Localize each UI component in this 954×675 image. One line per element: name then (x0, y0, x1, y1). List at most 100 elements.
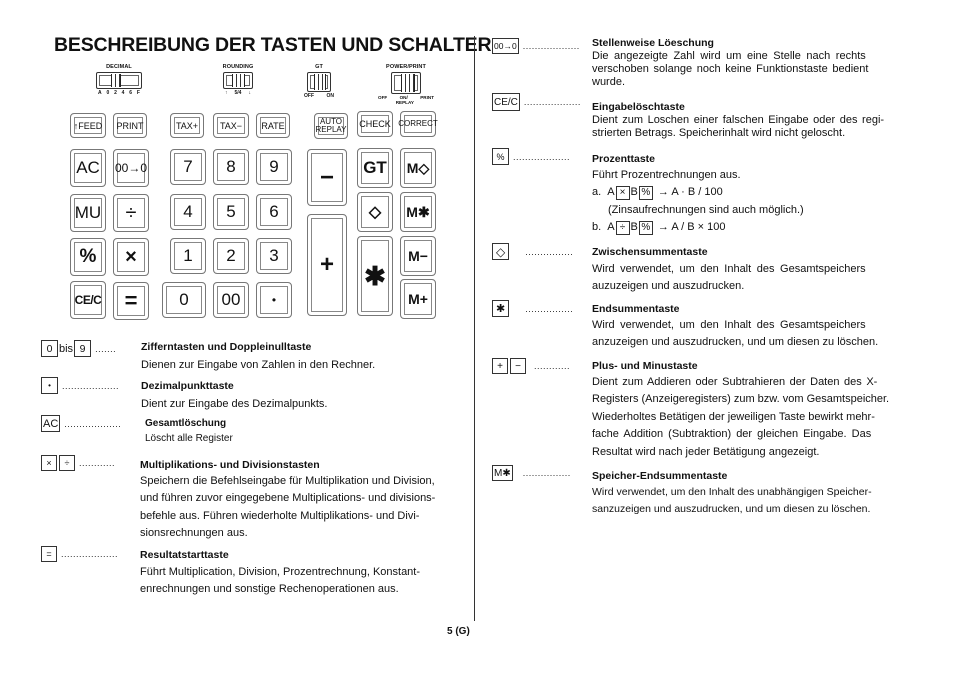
legend-body: Die angezeigte Zahl wird um eine Stelle … (592, 50, 868, 90)
m-star-key[interactable]: M✱ (400, 192, 436, 232)
gt-switch-label: GT (315, 64, 323, 70)
key-3[interactable]: 3 (256, 238, 292, 274)
power-print-switch-knob[interactable] (401, 74, 415, 92)
legend-keys: ✱ ................ (492, 300, 573, 317)
key-00[interactable]: 00 (213, 282, 249, 318)
mini-key: • (41, 377, 58, 394)
mini-key: % (638, 186, 653, 201)
mu-key[interactable]: MU (70, 194, 106, 232)
tax-plus-key[interactable]: TAX+ (170, 113, 204, 138)
m-plus-key[interactable]: M+ (400, 279, 436, 319)
legend-body: Wird verwendet, um den Inhalt des Gesamt… (592, 261, 866, 296)
print-key[interactable]: PRINT (113, 113, 147, 138)
gt-key[interactable]: GT (357, 148, 393, 188)
mini-key: = (41, 546, 57, 562)
key-4[interactable]: 4 (170, 194, 206, 230)
legend-body: Dient zur Eingabe des Dezimalpunkts. (141, 398, 328, 410)
rounding-switch-positions: ↑ 5/4 ↓ (219, 90, 257, 96)
mini-key: ÷ (615, 220, 630, 235)
legend-keys: + − ............ (492, 358, 570, 374)
legend-keys: 0 bis 9 ....... (41, 340, 116, 357)
rounding-switch[interactable]: ROUNDING ↑ 5/4 ↓ (219, 64, 257, 96)
power-print-switch-positions: OFF ON/ REPLAY PRINT (378, 95, 434, 105)
tax-minus-key[interactable]: TAX− (213, 113, 249, 138)
gt-switch-knob[interactable] (314, 74, 326, 90)
diamond-key[interactable]: ◇ (357, 192, 393, 232)
check-key[interactable]: CHECK (357, 111, 393, 137)
mini-key: × (615, 186, 630, 201)
legend-title: Multiplikations- und Divisionstasten (140, 459, 320, 471)
percent-key[interactable]: % (70, 238, 106, 276)
legend-keys: M✱ ................ (492, 465, 571, 481)
legend-title: Zwischensummentaste (592, 246, 708, 258)
legend-title: Plus- und Minustaste (592, 360, 698, 372)
rounding-switch-knob[interactable] (232, 74, 245, 87)
gt-switch-positions: OFF ON (302, 93, 336, 99)
power-print-switch-body[interactable] (391, 72, 421, 94)
m-minus-key[interactable]: M− (400, 236, 436, 276)
leader-dots: ................... (64, 418, 122, 429)
minus-key[interactable]: − (307, 149, 347, 206)
auto-replay-key-label: REPLAY (315, 125, 347, 134)
key-6[interactable]: 6 (256, 194, 292, 230)
leader-dots: ................... (513, 151, 571, 162)
key-9[interactable]: 9 (256, 149, 292, 185)
m-diamond-key[interactable]: M◇ (400, 148, 436, 188)
formula-operand: A (607, 221, 615, 234)
key-1[interactable]: 1 (170, 238, 206, 274)
equals-key[interactable]: = (113, 282, 149, 320)
leader-dots: ................ (525, 246, 574, 257)
decimal-point-key[interactable]: • (256, 282, 292, 318)
decimal-switch-body[interactable] (96, 72, 142, 89)
rounding-switch-body[interactable] (223, 72, 253, 89)
decimal-switch[interactable]: DECIMAL A 0 2 4 6 F (94, 64, 144, 96)
key-2[interactable]: 2 (213, 238, 249, 274)
ac-key[interactable]: AC (70, 149, 106, 187)
formula-operand: B (630, 186, 638, 199)
leader-dots: ................... (62, 380, 120, 391)
mini-key: + (492, 358, 508, 374)
legend-title: Resultatstarttaste (140, 549, 229, 561)
body-line: enrechnungen und sonstige Rechenoperatio… (140, 583, 399, 596)
legend-title: Eingabelöschtaste (592, 101, 685, 113)
zero-shift-key[interactable]: 00→0 (113, 149, 149, 187)
decimal-switch-knob[interactable] (111, 74, 121, 87)
key-8[interactable]: 8 (213, 149, 249, 185)
body-line: Dient zum Addieren oder Subtrahieren der… (592, 376, 878, 388)
body-line: anzuzeigen und auszudrucken, und um dies… (592, 336, 879, 349)
total-star-key[interactable]: ✱ (357, 236, 393, 316)
switch-pos-label: ↑ (225, 90, 228, 96)
correct-key[interactable]: CORRECT (398, 111, 438, 137)
key-7[interactable]: 7 (170, 149, 206, 185)
legend-keys: 00→0 ................... (492, 38, 580, 54)
legend-title: Gesamtlöschung (145, 418, 227, 429)
leader-dots: ................... (522, 41, 580, 51)
formula-prefix: b. (592, 221, 602, 234)
gt-switch[interactable]: GT OFF ON (302, 64, 336, 99)
mini-key: AC (41, 415, 61, 432)
rate-key[interactable]: RATE (256, 113, 290, 138)
gt-switch-body[interactable] (307, 72, 331, 92)
leader-dots: ................ (525, 303, 574, 314)
divide-key[interactable]: ÷ (113, 194, 149, 232)
key-0[interactable]: 0 (162, 282, 206, 318)
feed-key[interactable]: ↑FEED (70, 113, 106, 138)
multiply-key[interactable]: × (113, 238, 149, 276)
key-5[interactable]: 5 (213, 194, 249, 230)
power-print-switch[interactable]: POWER/PRINT OFF ON/ REPLAY PRINT (378, 64, 434, 105)
legend-keys: ◇ ................ (492, 243, 573, 260)
legend-keys: AC ................... (41, 415, 121, 432)
body-line: befehle aus. Führen wiederholte Multipli… (140, 509, 420, 522)
legend-body: Dient zum Loschen einer falschen Eingabe… (592, 114, 884, 140)
plus-key[interactable]: + (307, 214, 347, 316)
body-line: Die angezeigte Zahl wird um eine Stelle … (592, 50, 866, 62)
auto-replay-key[interactable]: AUTO REPLAY (314, 113, 348, 139)
body-line: Wiederholtes Betätigen der jeweiligen Ta… (592, 410, 875, 423)
legend-keys: = ................... (41, 546, 118, 562)
switch-pos-label: ON (326, 93, 335, 99)
body-line: und führen zuvor eingegebene Multiplicat… (140, 492, 436, 505)
legend-keys: × ÷ ............ (41, 455, 115, 471)
ce-c-key[interactable]: CE/C (70, 281, 106, 319)
body-line: Führt Multiplication, Division, Prozentr… (140, 566, 421, 578)
formula-prefix: a. (592, 186, 602, 199)
